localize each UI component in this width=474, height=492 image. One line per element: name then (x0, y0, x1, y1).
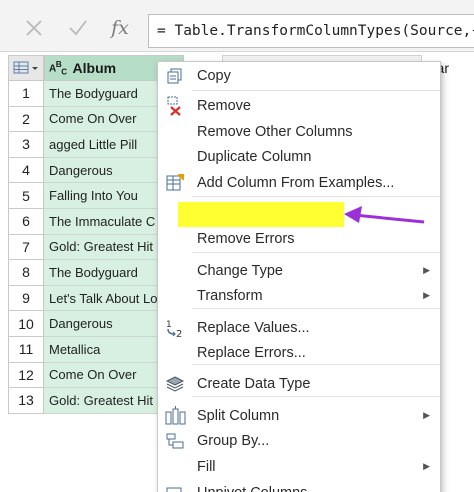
close-icon[interactable] (18, 14, 50, 42)
text-type-icon[interactable]: ABC (49, 59, 67, 76)
menu-item-label: Copy (197, 67, 231, 84)
row-number[interactable]: 7 (8, 234, 44, 261)
menu-item-label: Replace Values... (197, 319, 310, 336)
menu-item-replace-values[interactable]: 1 2 Replace Values... (158, 315, 440, 340)
group-by-icon (164, 430, 186, 452)
menu-separator (192, 252, 440, 253)
menu-item-replace-errors[interactable]: Replace Errors... (158, 340, 440, 365)
menu-item-label: Replace Errors... (197, 344, 306, 361)
chevron-right-icon: ▶ (423, 410, 430, 420)
row-number[interactable]: 10 (8, 311, 44, 337)
copy-icon (164, 65, 186, 87)
menu-item-create-data-type[interactable]: Create Data Type (158, 371, 440, 396)
menu-item-label: Remove (197, 97, 251, 114)
menu-item-label: Fill (197, 458, 216, 475)
menu-item-group-by[interactable]: Group By... (158, 428, 440, 453)
replace-values-icon: 12 (164, 317, 186, 339)
row-number[interactable]: 6 (8, 209, 44, 235)
chevron-right-icon: ▶ (423, 461, 430, 471)
menu-separator (192, 308, 440, 309)
row-number[interactable]: 3 (8, 132, 44, 158)
arrow-annotation (344, 206, 425, 224)
row-number[interactable]: 8 (8, 260, 44, 286)
split-column-icon (164, 405, 186, 427)
context-menu: Copy Remove Remove Other Columns Duplicate … (157, 61, 441, 492)
menu-item-transform[interactable]: Transform ▶ (158, 283, 440, 308)
highlight-annotation (178, 202, 344, 227)
column-header-album-label: Album (72, 60, 117, 76)
menu-item-label: Group By... (197, 432, 270, 449)
menu-item-label: Change Type (197, 262, 283, 279)
remove-column-icon (164, 95, 186, 117)
menu-item-duplicate-column[interactable]: Duplicate Column (158, 144, 440, 169)
chevron-right-icon: ▶ (423, 290, 430, 300)
menu-item-label: Unpivot Columns (197, 485, 307, 492)
formula-bar: fx = Table.TransformColumnTypes(Source,{… (0, 0, 474, 52)
menu-item-label: Create Data Type (197, 375, 311, 392)
menu-item-copy[interactable]: Copy (158, 63, 440, 88)
row-number[interactable]: 4 (8, 157, 44, 184)
row-number[interactable]: 12 (8, 362, 44, 389)
row-number[interactable]: 9 (8, 285, 44, 312)
chevron-right-icon: ▶ (423, 265, 430, 275)
menu-item-remove-other-columns[interactable]: Remove Other Columns (158, 119, 440, 144)
menu-item-remove[interactable]: Remove (158, 93, 440, 118)
data-type-icon (164, 373, 186, 395)
row-number[interactable]: 11 (8, 337, 44, 363)
menu-separator (192, 396, 440, 397)
row-number[interactable]: 5 (8, 183, 44, 209)
formula-input[interactable]: = Table.TransformColumnTypes(Source,{{"A (148, 14, 474, 48)
menu-separator (192, 90, 440, 91)
unpivot-icon (164, 482, 186, 492)
menu-item-label: Remove Errors (197, 230, 295, 247)
menu-item-change-type[interactable]: Change Type ▶ (158, 258, 440, 283)
fx-icon[interactable]: fx (104, 14, 136, 42)
row-number[interactable]: 13 (8, 388, 44, 414)
menu-item-label: Duplicate Column (197, 148, 312, 165)
menu-item-label: Add Column From Examples... (197, 174, 395, 191)
svg-text:1: 1 (166, 320, 172, 330)
menu-item-label: Split Column (197, 407, 280, 424)
svg-text:2: 2 (176, 329, 182, 338)
menu-item-split-column[interactable]: Split Column ▶ (158, 403, 440, 428)
menu-separator (192, 196, 440, 197)
check-icon[interactable] (62, 14, 94, 42)
column-from-examples-icon (164, 172, 186, 194)
menu-item-add-column-from-examples[interactable]: Add Column From Examples... (158, 170, 440, 195)
row-number[interactable]: 2 (8, 106, 44, 133)
table-menu-button[interactable] (8, 55, 44, 81)
row-number[interactable]: 1 (8, 81, 44, 107)
menu-item-label: Remove Other Columns (197, 123, 353, 140)
menu-item-label: Transform (197, 287, 263, 304)
menu-item-fill[interactable]: Fill ▶ (158, 454, 440, 479)
menu-item-unpivot-columns[interactable]: Unpivot Columns (158, 480, 440, 492)
